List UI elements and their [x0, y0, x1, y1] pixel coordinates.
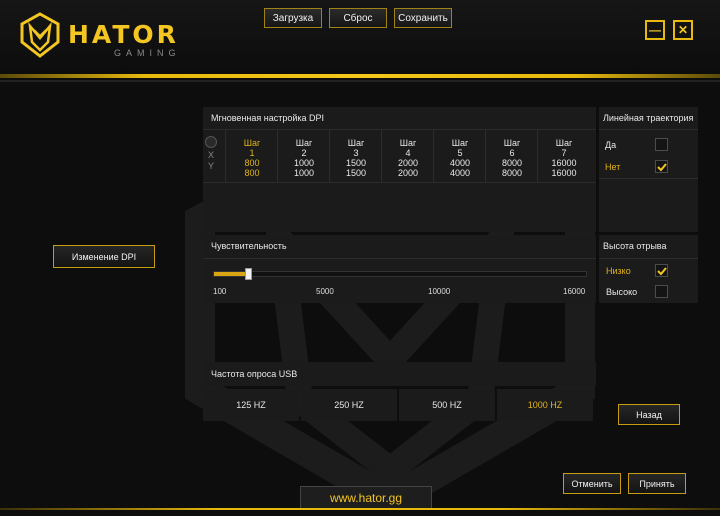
sensitivity-tick-label: 100: [213, 287, 227, 296]
dpi-step-y: 1500: [345, 168, 367, 178]
dpi-step-3[interactable]: Шаг 3 1500 1500: [330, 138, 382, 178]
dpi-step-label: Шаг: [451, 138, 469, 148]
apply-button[interactable]: Принять: [628, 473, 686, 494]
checkmark-icon: [656, 266, 667, 275]
logo-text: HATOR: [68, 20, 179, 49]
dpi-step-label: Шаг: [555, 138, 573, 148]
dpi-step-num: 6: [509, 148, 515, 158]
dpi-step-separator: [485, 130, 486, 182]
dpi-change-button[interactable]: Изменение DPI: [53, 245, 155, 268]
dpi-step-5[interactable]: Шаг 5 4000 4000: [434, 138, 486, 178]
sensitivity-slider-fill: [214, 272, 249, 276]
sensitivity-tick-label: 16000: [563, 287, 586, 296]
sensitivity-slider-thumb[interactable]: [245, 268, 253, 280]
load-button[interactable]: Загрузка: [264, 8, 322, 28]
close-button[interactable]: ✕: [673, 20, 693, 40]
sensitivity-divider: [203, 258, 596, 259]
lift-height-divider: [599, 258, 698, 259]
dpi-step-6[interactable]: Шаг 6 8000 8000: [486, 138, 538, 178]
linear-trajectory-divider-2: [599, 178, 698, 179]
dpi-step-num: 3: [353, 148, 359, 158]
dpi-step-separator: [225, 130, 226, 182]
linear-trajectory-divider: [599, 129, 698, 130]
dpi-step-num: 4: [405, 148, 411, 158]
cancel-button[interactable]: Отменить: [563, 473, 621, 494]
dpi-step-separator: [277, 130, 278, 182]
lift-high-checkbox[interactable]: [655, 285, 668, 298]
lift-high-label: Высоко: [606, 287, 638, 297]
dpi-step-label: Шаг: [347, 138, 365, 148]
sensitivity-title: Чувствительность: [211, 241, 287, 251]
dpi-step-y: 2000: [397, 168, 419, 178]
dpi-step-x: 8000: [501, 158, 523, 168]
dpi-step-7[interactable]: Шаг 7 16000 16000: [538, 138, 590, 178]
usb-rate-option[interactable]: 500 HZ: [399, 389, 495, 421]
dpi-step-y: 4000: [449, 168, 471, 178]
dpi-step-2[interactable]: Шаг 2 1000 1000: [278, 138, 330, 178]
dpi-step-x: 1500: [345, 158, 367, 168]
dpi-step-separator: [537, 130, 538, 182]
dpi-step-num: 5: [457, 148, 463, 158]
usb-rate-option[interactable]: 1000 HZ: [497, 389, 593, 421]
sensitivity-tick-label: 10000: [428, 287, 451, 296]
back-button[interactable]: Назад: [618, 404, 680, 425]
minimize-button[interactable]: —: [645, 20, 665, 40]
linear-yes-checkbox[interactable]: [655, 138, 668, 151]
minimize-icon: —: [649, 23, 661, 37]
dpi-step-separator: [433, 130, 434, 182]
dpi-step-x: 4000: [449, 158, 471, 168]
dpi-step-separator: [381, 130, 382, 182]
header-divider: [0, 74, 720, 78]
dpi-step-num: 7: [561, 148, 567, 158]
usb-polling-title: Частота опроса USB: [211, 369, 298, 379]
header-shadow: [0, 80, 720, 82]
dpi-step-1[interactable]: Шаг 1 800 800: [226, 138, 278, 178]
dpi-step-y: 1000: [293, 168, 315, 178]
linear-no-label: Нет: [605, 162, 621, 172]
dpi-step-y: 8000: [501, 168, 523, 178]
footer-divider: [0, 508, 720, 510]
dpi-step-x: 800: [244, 158, 260, 168]
dpi-step-separator: [329, 130, 330, 182]
logo-subtitle: GAMING: [114, 48, 181, 58]
website-link[interactable]: www.hator.gg: [300, 486, 432, 508]
lift-height-title: Высота отрыва: [603, 241, 667, 251]
axis-x-label: X: [208, 150, 215, 160]
dpi-step-x: 16000: [551, 158, 577, 168]
checkmark-icon: [656, 162, 667, 171]
usb-rate-option[interactable]: 125 HZ: [203, 389, 299, 421]
dpi-step-x: 2000: [397, 158, 419, 168]
linear-no-checkbox[interactable]: [655, 160, 668, 173]
linear-trajectory-title: Линейная траектория: [603, 113, 694, 123]
close-icon: ✕: [677, 23, 689, 37]
dpi-step-num: 2: [301, 148, 307, 158]
dpi-step-label: Шаг: [503, 138, 521, 148]
dpi-step-x: 1000: [293, 158, 315, 168]
dpi-step-num: 1: [249, 148, 255, 158]
dpi-step-y: 800: [244, 168, 260, 178]
dpi-step-label: Шаг: [399, 138, 417, 148]
dpi-steps-bottom-divider: [203, 182, 596, 183]
dpi-step-4[interactable]: Шаг 4 2000 2000: [382, 138, 434, 178]
usb-rate-option[interactable]: 250 HZ: [301, 389, 397, 421]
dpi-step-label: Шаг: [243, 138, 261, 148]
save-button[interactable]: Сохранить: [394, 8, 452, 28]
hator-logo: HATOR GAMING: [18, 12, 218, 60]
reset-button[interactable]: Сброс: [329, 8, 387, 28]
sensitivity-slider[interactable]: [213, 268, 587, 280]
axis-lock-icon[interactable]: [205, 136, 217, 148]
lift-low-label: Низко: [606, 266, 631, 276]
linear-yes-label: Да: [605, 140, 617, 150]
axis-y-label: Y: [208, 161, 215, 171]
hator-emblem-icon: [20, 12, 60, 58]
lift-low-checkbox[interactable]: [655, 264, 668, 277]
sensitivity-tick-label: 5000: [316, 287, 334, 296]
dpi-panel-title: Мгновенная настройка DPI: [211, 113, 325, 123]
xy-axis-indicator: X Y: [204, 136, 218, 180]
dpi-step-label: Шаг: [295, 138, 313, 148]
dpi-step-y: 16000: [551, 168, 577, 178]
